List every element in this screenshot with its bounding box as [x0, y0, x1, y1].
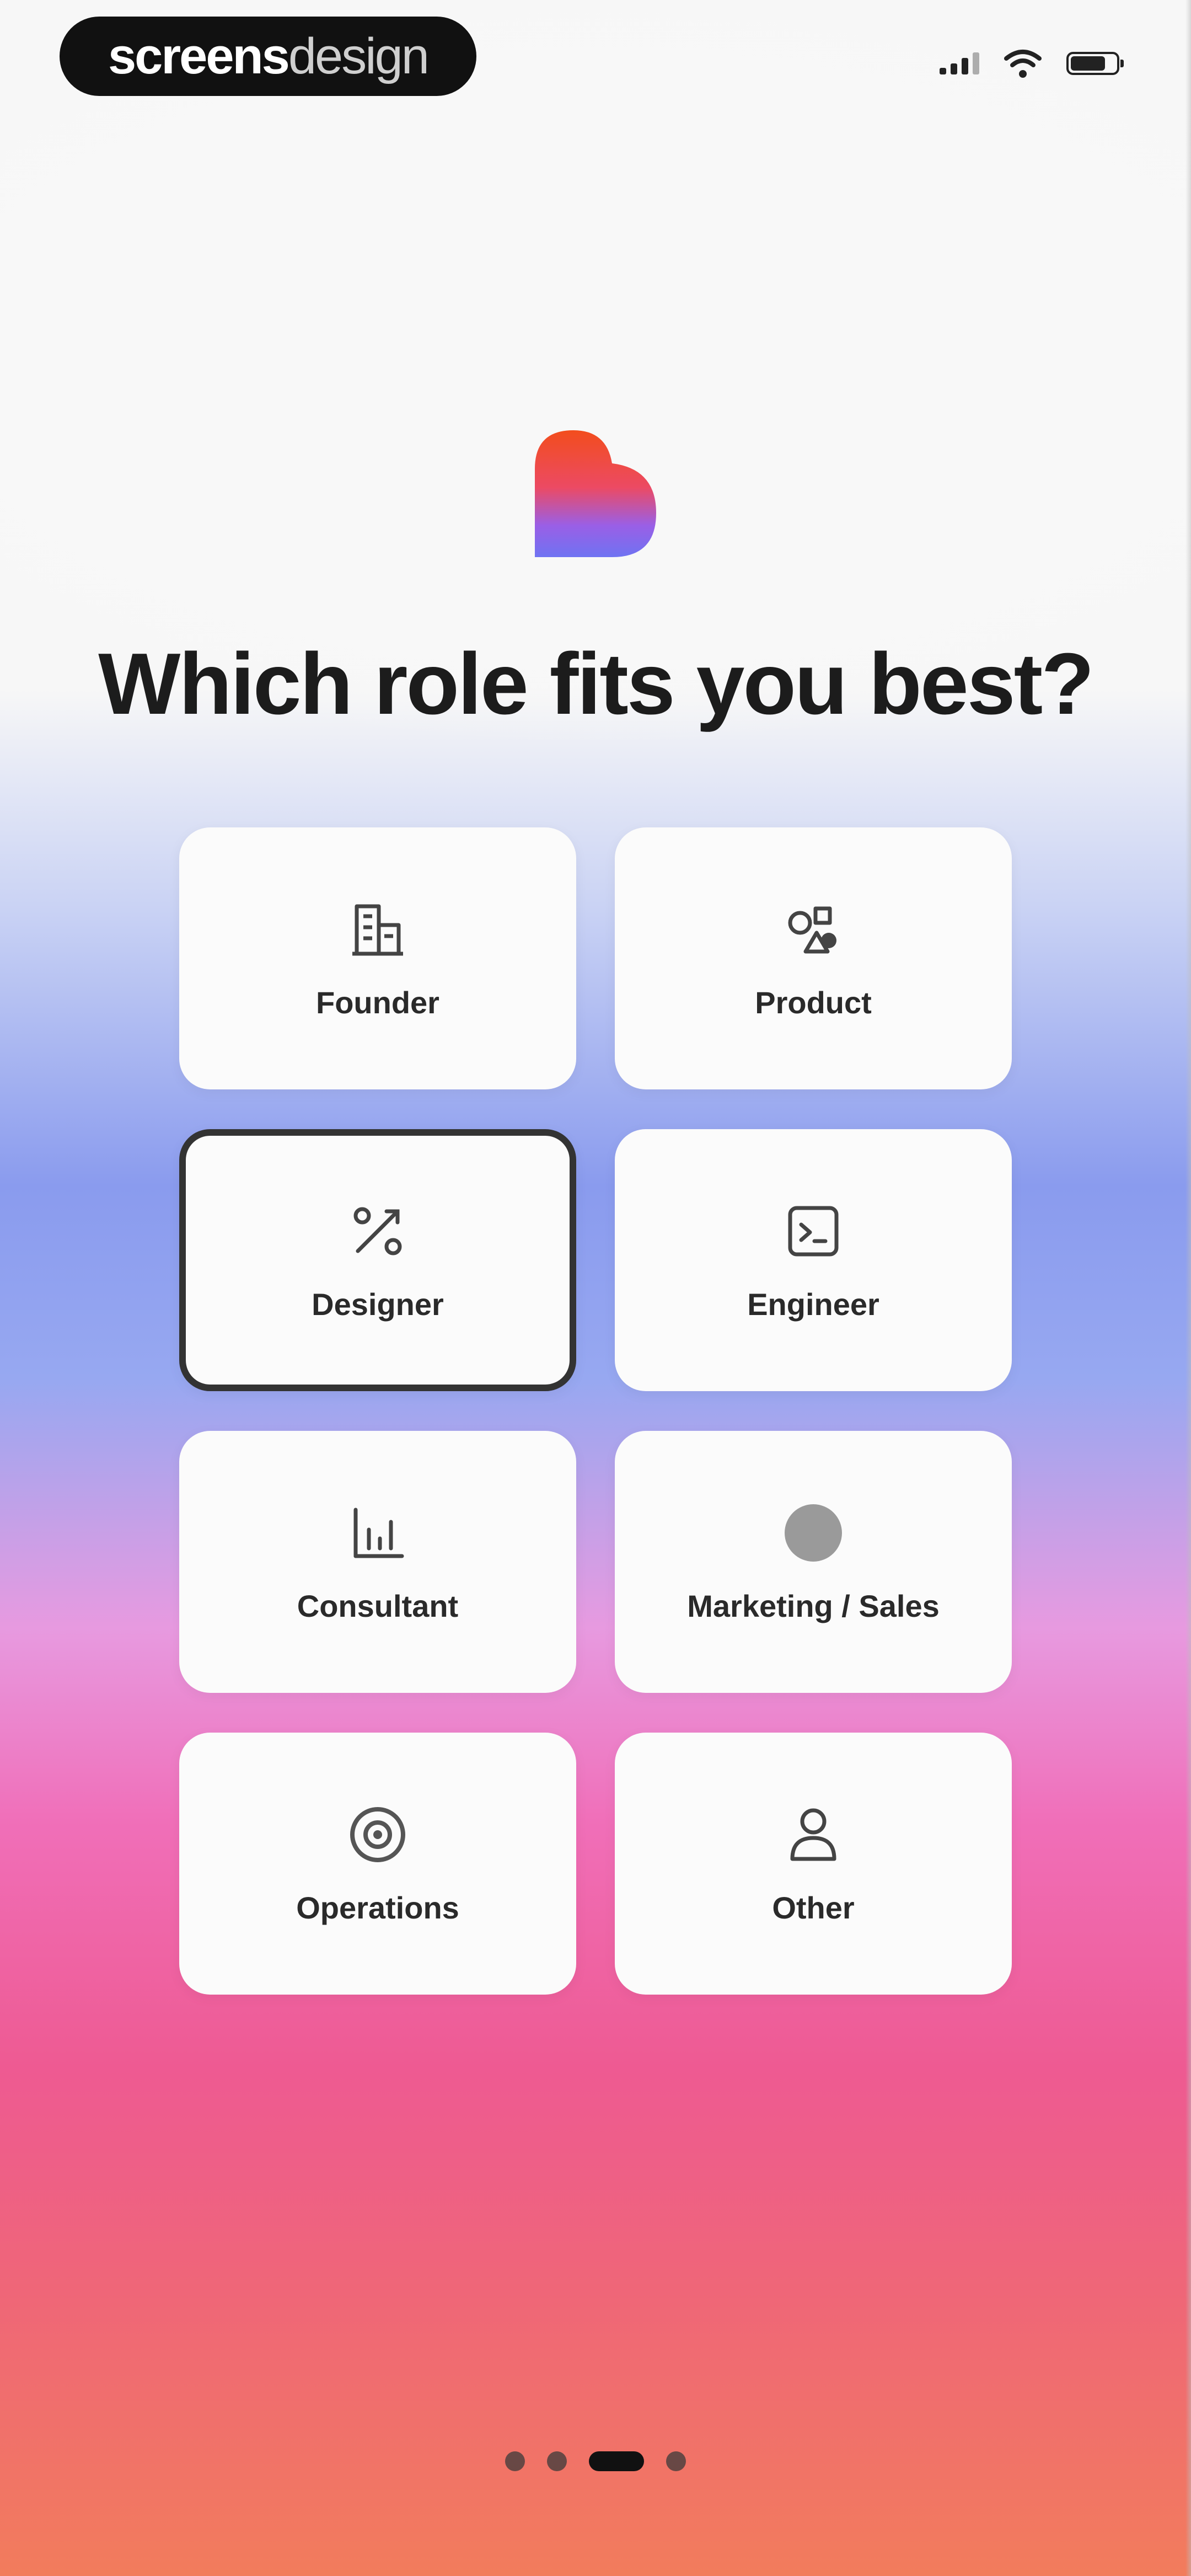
- role-label: Founder: [316, 985, 439, 1020]
- bar-chart-icon: [345, 1500, 411, 1566]
- page-title: Which role fits you best?: [98, 635, 1095, 733]
- page-dot-4[interactable]: [666, 2451, 686, 2471]
- cellular-signal-icon: [940, 52, 979, 74]
- role-label: Product: [755, 985, 872, 1020]
- heart-logo-icon: [535, 430, 656, 557]
- screensdesign-watermark: screens design: [60, 17, 476, 96]
- target-icon: [345, 1802, 411, 1868]
- role-card-operations[interactable]: Operations: [179, 1733, 576, 1995]
- role-card-other[interactable]: Other: [615, 1733, 1012, 1995]
- brand-light-text: design: [288, 28, 430, 84]
- role-label: Designer: [312, 1287, 444, 1322]
- wifi-icon: [1004, 50, 1042, 78]
- role-card-designer[interactable]: Designer: [179, 1129, 576, 1391]
- brand-bold-text: screens: [108, 28, 290, 84]
- role-label: Engineer: [747, 1287, 879, 1322]
- pen-tool-icon: [345, 1198, 411, 1264]
- building-icon: [345, 896, 411, 963]
- role-grid: Founder Product Designer Engineer Consul…: [179, 827, 1012, 1995]
- role-card-marketing-sales[interactable]: Marketing / Sales: [615, 1431, 1012, 1693]
- page-dot-3-active[interactable]: [589, 2451, 644, 2471]
- onboarding-screen: screens design Which role fits you best?…: [0, 0, 1191, 2576]
- role-card-founder[interactable]: Founder: [179, 827, 576, 1089]
- role-label: Marketing / Sales: [687, 1589, 940, 1623]
- person-icon: [780, 1802, 846, 1868]
- page-dot-2[interactable]: [547, 2451, 567, 2471]
- role-label: Consultant: [297, 1589, 459, 1623]
- shapes-icon: [780, 896, 846, 963]
- role-label: Other: [772, 1890, 855, 1925]
- pagination-dots: [0, 2451, 1191, 2471]
- battery-icon: [1066, 52, 1124, 75]
- status-bar: [940, 49, 1124, 78]
- role-label: Operations: [296, 1890, 459, 1925]
- role-card-consultant[interactable]: Consultant: [179, 1431, 576, 1693]
- role-card-engineer[interactable]: Engineer: [615, 1129, 1012, 1391]
- role-card-product[interactable]: Product: [615, 827, 1012, 1089]
- page-dot-1[interactable]: [505, 2451, 525, 2471]
- terminal-icon: [780, 1198, 846, 1264]
- circle-icon: [780, 1500, 846, 1566]
